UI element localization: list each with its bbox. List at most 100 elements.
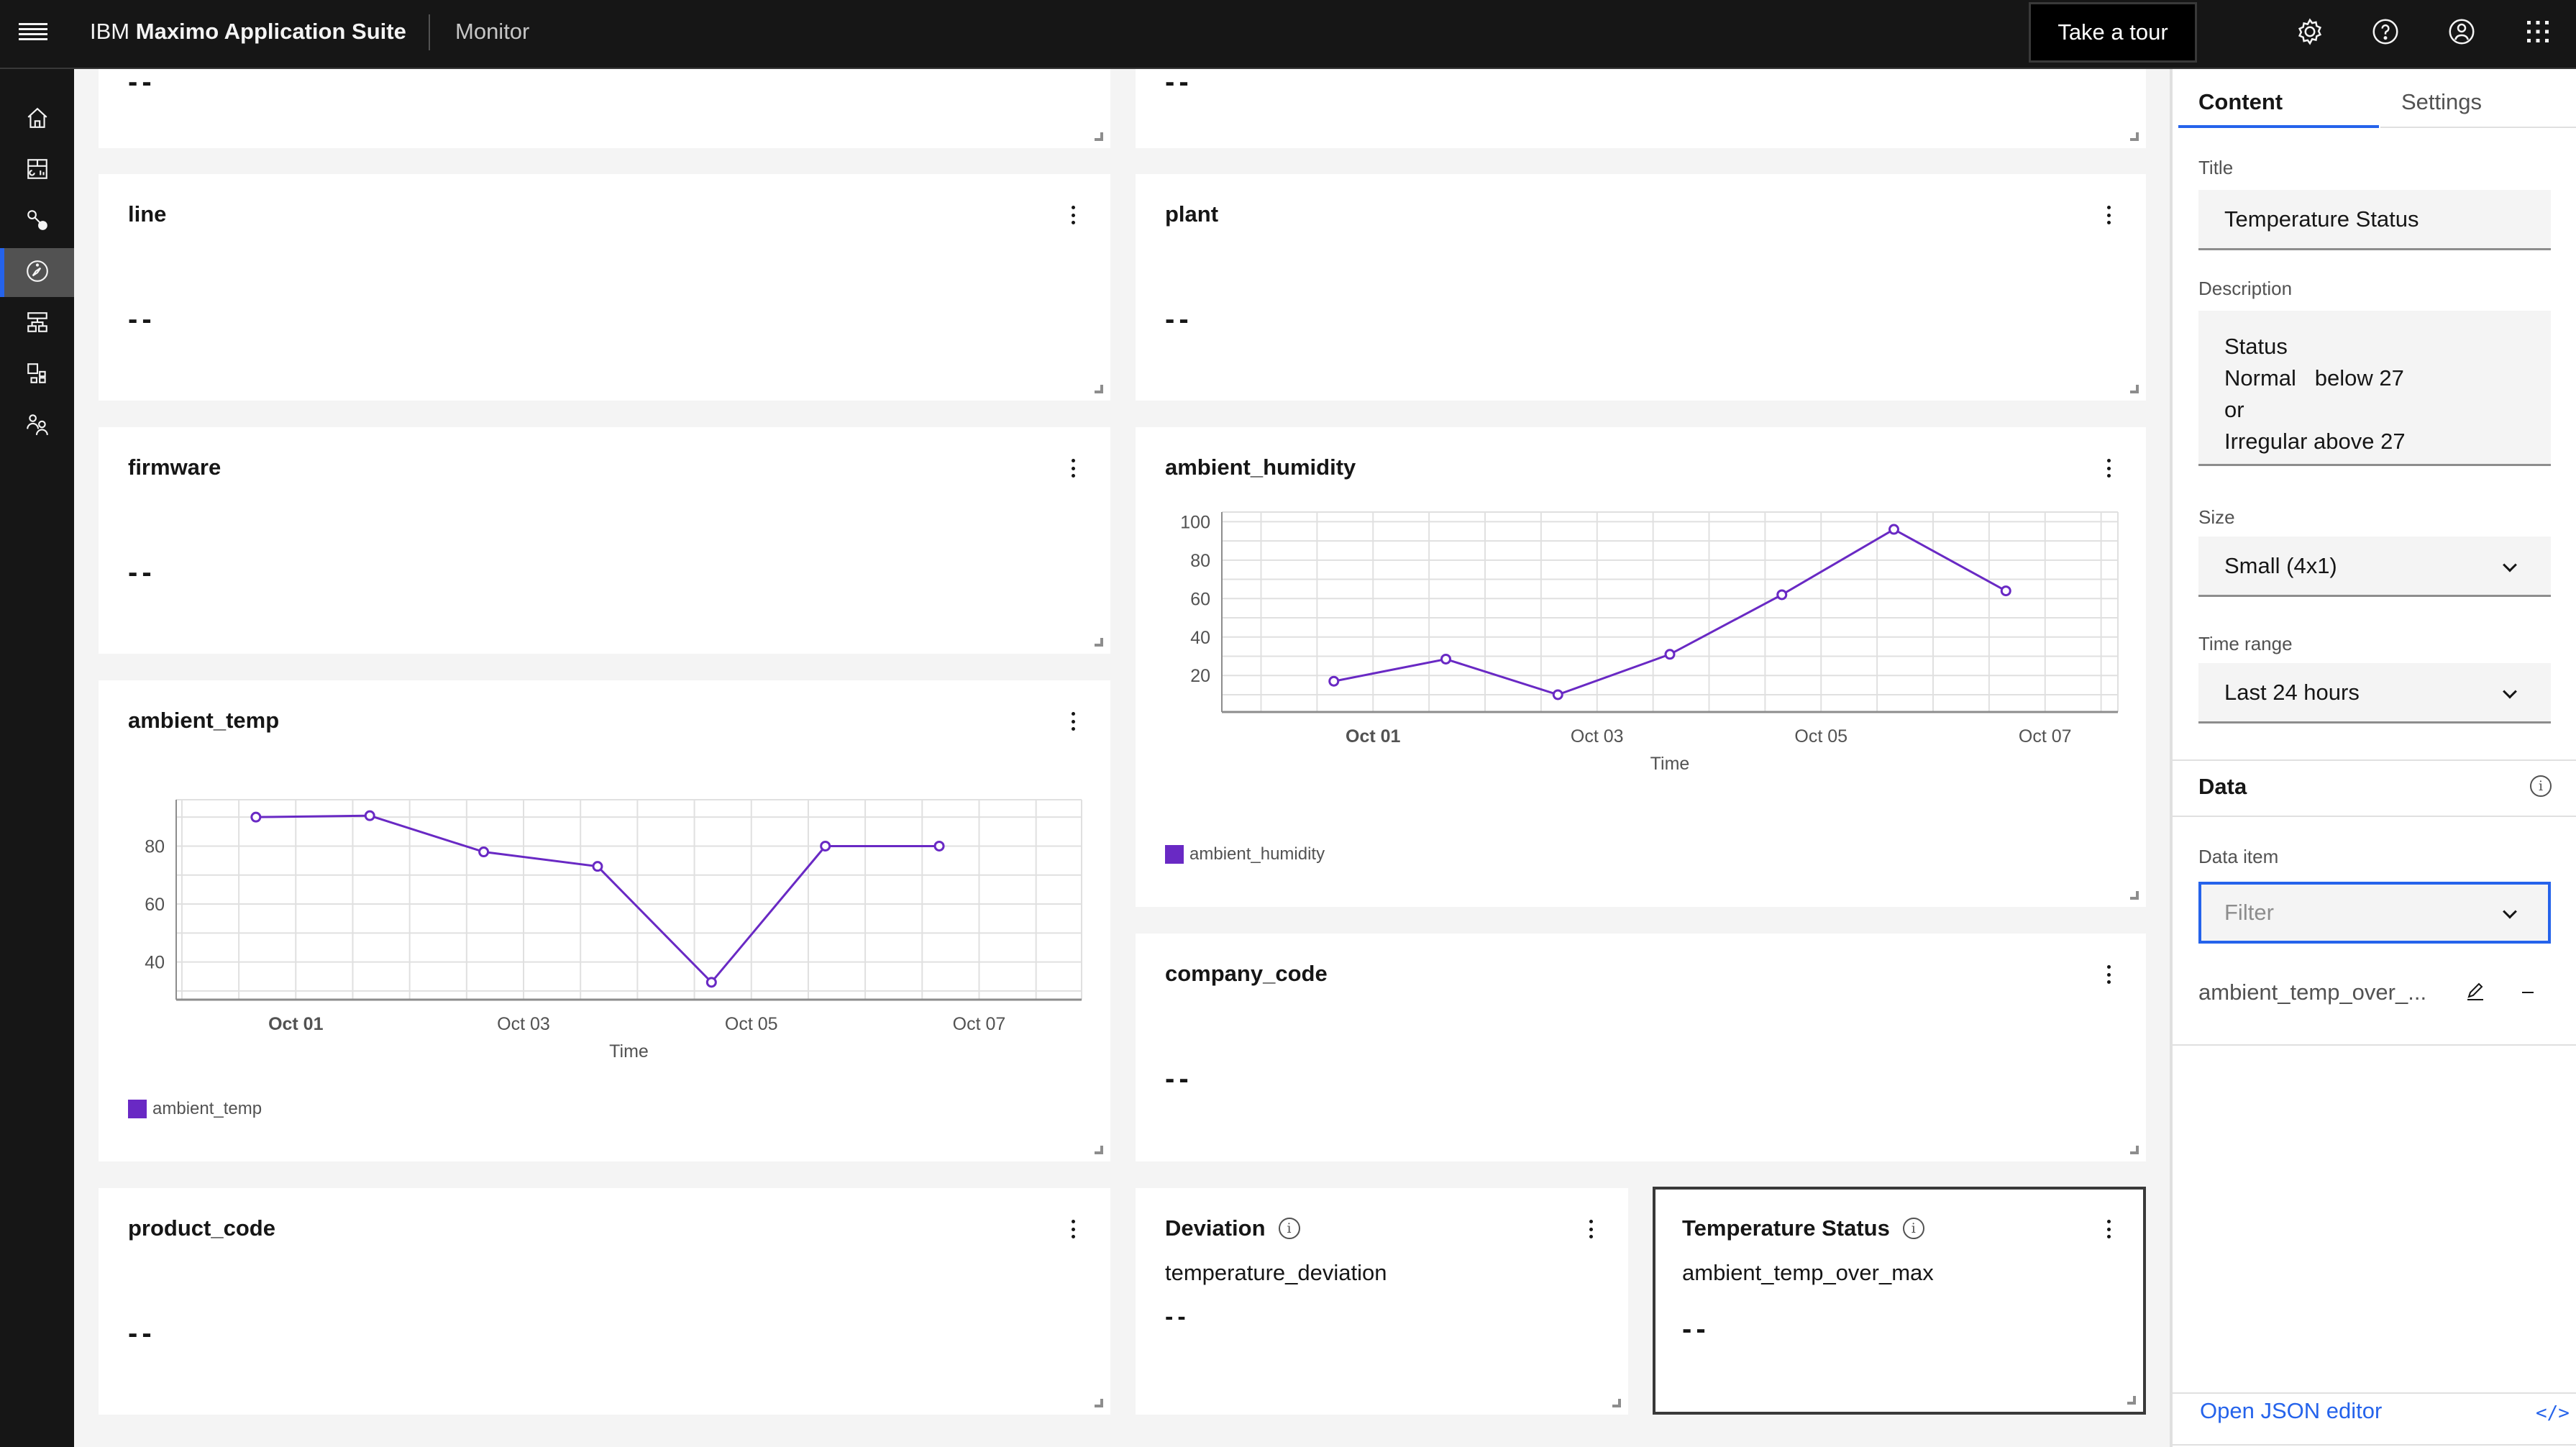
sidebar-item-dashboards[interactable]	[0, 146, 74, 195]
card-value: --	[128, 557, 156, 588]
open-json-editor-link[interactable]: Open JSON editor	[2200, 1398, 2382, 1424]
card-top-right[interactable]: --	[1136, 66, 2146, 148]
resize-handle[interactable]	[1095, 1399, 1103, 1407]
y-tick-label: 40	[1190, 628, 1210, 648]
data-item-filter-dropdown[interactable]: Filter	[2198, 882, 2551, 944]
card-firmware[interactable]: firmware --	[99, 427, 1110, 654]
info-icon[interactable]: i	[1278, 1218, 1300, 1239]
x-tick-label: Oct 03	[1571, 726, 1624, 747]
settings-icon[interactable]	[2293, 14, 2327, 49]
tab-settings[interactable]: Settings	[2401, 89, 2482, 115]
sidebar-item-connections[interactable]	[0, 197, 74, 246]
title-input[interactable]: Temperature Status	[2198, 190, 2551, 250]
time-range-label: Time range	[2198, 633, 2293, 654]
resize-handle[interactable]	[2130, 891, 2139, 900]
y-tick-label: 20	[1190, 666, 1210, 686]
card-title-text: line	[128, 201, 167, 227]
overflow-menu-icon[interactable]	[2101, 203, 2116, 227]
card-value: --	[1682, 1313, 1710, 1345]
resize-handle[interactable]	[1095, 385, 1103, 393]
resize-handle[interactable]	[1612, 1399, 1621, 1407]
y-tick-label: 60	[145, 895, 165, 915]
resize-handle[interactable]	[1095, 132, 1103, 141]
sidebar-item-home[interactable]	[0, 95, 74, 144]
resize-handle[interactable]	[2130, 132, 2139, 141]
legend-swatch	[128, 1100, 147, 1118]
overflow-menu-icon[interactable]	[1066, 1217, 1080, 1241]
size-dropdown[interactable]: Small (4x1)	[2198, 537, 2551, 597]
card-deviation[interactable]: Deviation i temperature_deviation --	[1136, 1188, 1628, 1415]
tab-divider	[2380, 127, 2576, 128]
data-point	[1552, 689, 1563, 700]
y-tick-label: 80	[145, 836, 165, 857]
card-ambient-temp[interactable]: ambient_temp 40 60 80 Oct 01 Oct 03 Oct 05 Oct…	[99, 680, 1110, 1161]
overflow-menu-icon[interactable]	[2101, 1217, 2116, 1241]
time-range-dropdown[interactable]: Last 24 hours	[2198, 663, 2551, 724]
card-title-text: product_code	[128, 1215, 275, 1241]
resize-handle[interactable]	[2130, 385, 2139, 393]
help-icon[interactable]	[2368, 14, 2403, 49]
card-temperature-status[interactable]: Temperature Status i ambient_temp_over_m…	[1653, 1187, 2146, 1415]
tab-active-indicator	[2178, 125, 2379, 128]
chart-legend[interactable]: ambient_humidity	[1165, 844, 1325, 864]
resize-handle[interactable]	[2130, 1146, 2139, 1154]
data-point	[2000, 585, 2011, 597]
hamburger-menu-icon[interactable]	[19, 20, 47, 45]
code-icon[interactable]: </>	[2536, 1402, 2570, 1424]
overflow-menu-icon[interactable]	[2101, 456, 2116, 480]
remove-icon[interactable]	[2516, 981, 2539, 1008]
x-axis-title: Time	[609, 1041, 649, 1062]
header-divider	[429, 14, 430, 50]
sidebar-item-monitor[interactable]	[0, 248, 74, 297]
description-textarea[interactable]: Status Normal below 27 or Irregular abov…	[2198, 311, 2551, 466]
data-section-title: Data	[2198, 774, 2247, 799]
card-title-text: firmware	[128, 455, 221, 480]
data-item-label: Data item	[2198, 846, 2279, 867]
card-plant[interactable]: plant --	[1136, 174, 2146, 401]
card-title-text: ambient_humidity	[1165, 455, 1356, 480]
card-subtitle: ambient_temp_over_max	[1682, 1260, 1934, 1285]
brand-name[interactable]: IBM Maximo Application Suite	[90, 19, 406, 45]
data-item-row: ambient_temp_over_...	[2198, 980, 2427, 1005]
card-top-left[interactable]: --	[99, 66, 1110, 148]
card-title: product_code	[128, 1215, 275, 1241]
info-icon[interactable]: i	[2530, 775, 2552, 797]
card-value: --	[1165, 1303, 1190, 1330]
chart-legend[interactable]: ambient_temp	[128, 1099, 262, 1119]
card-product-code[interactable]: product_code --	[99, 1188, 1110, 1415]
card-company-code[interactable]: company_code --	[1136, 934, 2146, 1161]
overflow-menu-icon[interactable]	[1066, 456, 1080, 480]
app-switcher-icon[interactable]	[2521, 14, 2555, 49]
sidebar-item-users[interactable]	[0, 401, 74, 450]
ambient-humidity-chart[interactable]: 20 40 60 80 100 Oct 01 Oct 03 Oct 05 Oct 07 Time	[1136, 499, 2146, 816]
home-icon	[25, 106, 50, 134]
resize-handle[interactable]	[1095, 638, 1103, 647]
data-point	[478, 846, 490, 858]
divider	[2173, 1444, 2576, 1446]
sidebar-item-hierarchy[interactable]	[0, 299, 74, 348]
overflow-menu-icon[interactable]	[1584, 1217, 1598, 1241]
card-ambient-humidity[interactable]: ambient_humidity 20 40 60 80 100 Oct 01 Oct 03…	[1136, 427, 2146, 907]
edit-icon[interactable]	[2463, 981, 2486, 1008]
card-value: --	[128, 66, 156, 98]
card-line[interactable]: line --	[99, 174, 1110, 401]
data-point	[820, 840, 831, 852]
panel-tabs: Content Settings	[2173, 69, 2576, 132]
card-title-text: plant	[1165, 201, 1219, 227]
ambient-temp-chart[interactable]: 40 60 80 Oct 01 Oct 03 Oct 05 Oct 07 Time	[99, 752, 1110, 1069]
overflow-menu-icon[interactable]	[2101, 962, 2116, 987]
user-avatar-icon[interactable]	[2444, 14, 2479, 49]
overflow-menu-icon[interactable]	[1066, 709, 1080, 734]
info-icon[interactable]: i	[1902, 1218, 1924, 1239]
card-title: Deviation i	[1165, 1215, 1300, 1241]
resize-handle[interactable]	[1095, 1146, 1103, 1154]
overflow-menu-icon[interactable]	[1066, 203, 1080, 227]
resize-handle[interactable]	[2127, 1396, 2136, 1405]
y-tick-label: 100	[1180, 512, 1210, 532]
divider	[2173, 759, 2576, 761]
chevron-down-icon	[2503, 684, 2517, 698]
tab-content[interactable]: Content	[2198, 89, 2283, 115]
take-a-tour-button[interactable]: Take a tour	[2029, 2, 2197, 63]
data-point	[1888, 524, 1899, 535]
sidebar-item-devices[interactable]	[0, 350, 74, 399]
